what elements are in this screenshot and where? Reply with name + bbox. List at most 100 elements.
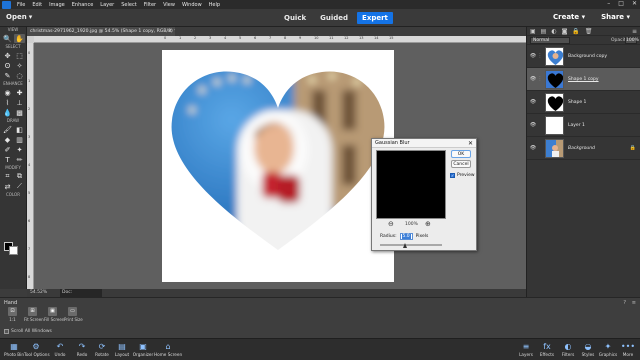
button-label: Fit Screen: [24, 317, 44, 322]
magic-wand-icon[interactable]: ✧: [14, 61, 25, 70]
fit-screen-button[interactable]: ⊞ Fit Screen: [24, 307, 44, 322]
menu-layer[interactable]: Layer: [100, 2, 114, 8]
help-icon[interactable]: ?: [623, 300, 626, 306]
open-button[interactable]: Open ▾: [6, 13, 32, 21]
eye-tool-icon[interactable]: ◉: [2, 88, 13, 97]
menu-help[interactable]: Help: [209, 2, 220, 8]
tab-guided[interactable]: Guided: [315, 12, 353, 24]
menu-file[interactable]: File: [17, 2, 25, 8]
minimize-button[interactable]: –: [607, 0, 610, 7]
clone-stamp-icon[interactable]: ⊥: [14, 98, 25, 107]
blur-preview[interactable]: [376, 150, 446, 219]
eye-icon[interactable]: 👁: [529, 76, 537, 82]
new-group-icon[interactable]: ▤: [541, 28, 547, 35]
crop-tool-icon[interactable]: ⌗: [2, 172, 13, 181]
background-color-swatch[interactable]: [9, 246, 18, 255]
tool-options-button[interactable]: ⚙ Tool Options: [24, 342, 50, 357]
preview-checkbox[interactable]: ✓ Preview: [450, 173, 475, 178]
menu-view[interactable]: View: [163, 2, 175, 8]
zoom-out-icon[interactable]: ⊖: [388, 220, 394, 228]
one-to-one-button[interactable]: ⊡ 1:1: [4, 307, 21, 322]
mask-icon[interactable]: ◙: [562, 28, 568, 35]
smart-brush-icon[interactable]: ⌇: [2, 98, 13, 107]
eye-icon[interactable]: 👁: [529, 145, 537, 151]
shape-tool-icon[interactable]: ✦: [14, 145, 25, 154]
gradient-tool-icon[interactable]: ▥: [14, 135, 25, 144]
maximize-button[interactable]: □: [618, 0, 624, 7]
print-size-button[interactable]: ▭ Print Size: [64, 307, 83, 322]
layer-row[interactable]: 👁 Shape 1: [527, 91, 640, 114]
home-screen-button[interactable]: ⌂ Home Screen: [154, 342, 182, 357]
zoom-tool-icon[interactable]: 🔍: [2, 34, 13, 43]
menu-filter[interactable]: Filter: [144, 2, 156, 8]
eraser-tool-icon[interactable]: ◧: [14, 125, 25, 134]
share-button[interactable]: Share ▾: [601, 13, 630, 21]
adjustment-layer-icon[interactable]: ◐: [551, 28, 556, 35]
more-button[interactable]: ••• More: [616, 342, 640, 357]
delete-layer-icon[interactable]: 🗑: [585, 28, 593, 35]
paint-bucket-icon[interactable]: ◆: [2, 135, 13, 144]
close-icon[interactable]: ✕: [468, 139, 473, 148]
ok-button[interactable]: OK: [451, 150, 471, 158]
document-tab[interactable]: christmas-2971962_1920.jpg @ 54.5% (Shap…: [27, 27, 175, 36]
pencil-tool-icon[interactable]: ✏: [14, 155, 25, 164]
document-canvas[interactable]: [162, 50, 394, 282]
scroll-all-windows-checkbox[interactable]: Scroll All Windows: [4, 329, 52, 334]
tab-expert[interactable]: Expert: [357, 12, 393, 24]
tools-panel: VIEW 🔍 ✋ SELECT ✥ ⬚ ʘ ✧ ✎ ◌ ENHANCE ◉ ✚ …: [0, 27, 27, 289]
radius-slider[interactable]: [380, 244, 442, 246]
menu-select[interactable]: Select: [121, 2, 136, 8]
opacity-input[interactable]: 100%: [625, 37, 639, 44]
photo-bin-button[interactable]: ▦ Photo Bin: [2, 342, 26, 357]
move-tool-icon[interactable]: ✥: [2, 51, 13, 60]
hand-tool-icon[interactable]: ✋: [14, 34, 25, 43]
new-layer-icon[interactable]: ▣: [530, 28, 536, 35]
radius-slider-thumb[interactable]: [403, 243, 407, 248]
recompose-tool-icon[interactable]: ⧉: [14, 172, 25, 181]
marquee-tool-icon[interactable]: ⬚: [14, 51, 25, 60]
content-aware-move-icon[interactable]: ⇄: [2, 182, 13, 191]
brush-tool-icon[interactable]: 🖌: [2, 125, 13, 134]
layer-name[interactable]: Background copy: [568, 54, 607, 59]
layer-row[interactable]: 👁 Background 🔒: [527, 137, 640, 160]
straighten-tool-icon[interactable]: ⟋: [14, 182, 25, 191]
zoom-status[interactable]: 54.52%: [30, 289, 47, 297]
blur-tool-icon[interactable]: 💧: [2, 108, 13, 117]
menu-enhance[interactable]: Enhance: [72, 2, 94, 8]
create-button[interactable]: Create ▾: [553, 13, 585, 21]
text-tool-icon[interactable]: T: [2, 155, 13, 164]
sponge-tool-icon[interactable]: ▩: [14, 108, 25, 117]
selection-brush-icon[interactable]: ✎: [2, 71, 13, 80]
ruler-top-tick: 15: [389, 36, 394, 40]
menu-edit[interactable]: Edit: [32, 2, 42, 8]
close-window-button[interactable]: ✕: [632, 0, 637, 7]
layer-name[interactable]: Shape 1: [568, 100, 586, 105]
eyedropper-icon[interactable]: ✐: [2, 145, 13, 154]
menu-image[interactable]: Image: [49, 2, 65, 8]
layer-name[interactable]: Background: [568, 146, 595, 151]
layer-row[interactable]: 👁 Layer 1: [527, 114, 640, 137]
layer-name[interactable]: Shape 1 copy: [568, 77, 599, 82]
panel-menu-icon[interactable]: ≡: [632, 28, 637, 35]
eye-icon[interactable]: 👁: [529, 53, 537, 59]
quick-selection-icon[interactable]: ◌: [14, 71, 25, 80]
radius-input[interactable]: 5.0: [399, 233, 413, 240]
undo-button[interactable]: ↶ Undo: [48, 342, 72, 357]
lock-all-icon[interactable]: 🔒: [572, 28, 579, 35]
layer-name[interactable]: Layer 1: [568, 123, 585, 128]
lasso-tool-icon[interactable]: ʘ: [2, 61, 13, 70]
spot-healing-icon[interactable]: ✚: [14, 88, 25, 97]
cancel-button[interactable]: Cancel: [451, 160, 471, 168]
blend-mode-select[interactable]: Normal: [530, 37, 570, 44]
layer-row[interactable]: 👁 ⋮ Background copy: [527, 45, 640, 68]
zoom-in-icon[interactable]: ⊕: [425, 220, 431, 228]
menu-window[interactable]: Window: [182, 2, 202, 8]
eye-icon[interactable]: 👁: [529, 122, 537, 128]
tab-quick[interactable]: Quick: [279, 12, 311, 24]
layer-row[interactable]: 👁 ⋮ Shape 1 copy: [527, 68, 640, 91]
eye-icon[interactable]: 👁: [529, 99, 537, 105]
close-document-icon[interactable]: ×: [168, 27, 172, 36]
organizer-button[interactable]: ▣ Organizer: [131, 342, 155, 357]
fill-screen-button[interactable]: ▣ Fill Screen: [44, 307, 64, 322]
panel-menu-icon[interactable]: ≡: [632, 300, 636, 306]
